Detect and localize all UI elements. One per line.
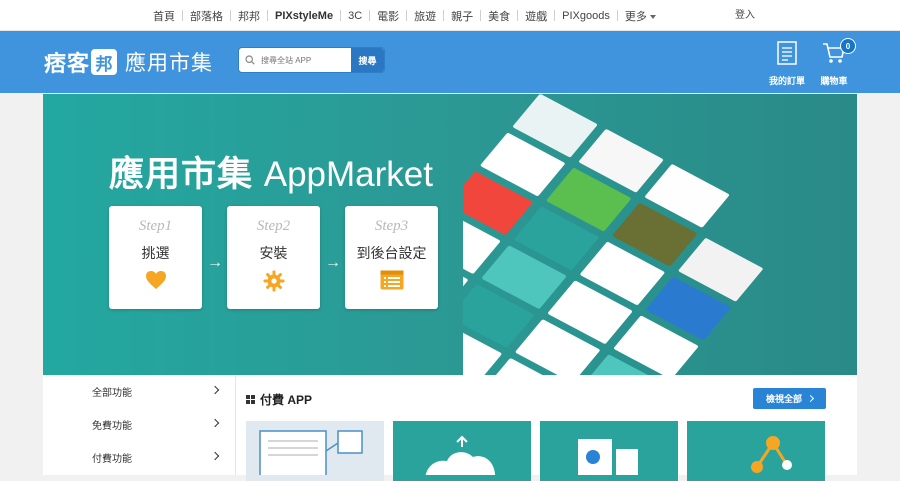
search-button[interactable]: 搜尋 <box>351 48 384 72</box>
nav-item[interactable]: 遊戲 <box>518 8 554 24</box>
nav-item[interactable]: 3C <box>341 10 369 22</box>
cart-label: 購物車 <box>820 76 848 86</box>
nav-item-label: PIXstyleMe <box>275 9 334 22</box>
logo-subtitle: 應用市集 <box>125 52 214 75</box>
chevron-right-icon <box>210 418 220 428</box>
banner-title-en: AppMarket <box>263 155 433 194</box>
cloud-upload-icon <box>425 435 496 481</box>
nav-item[interactable]: PIXstyleMe <box>268 10 340 22</box>
nav-item-label: 3C <box>348 9 363 22</box>
nav-item-label: 更多 <box>624 10 647 23</box>
app-card-2[interactable] <box>393 421 531 481</box>
step-number: Step3 <box>374 218 409 234</box>
nav-item-label: 部落格 <box>190 10 223 23</box>
step-number: Step2 <box>256 218 291 234</box>
heart-icon <box>109 270 202 290</box>
nav-item-label: PIXgoods <box>562 9 610 22</box>
step-number: Step1 <box>138 218 173 234</box>
app-card-4[interactable] <box>687 421 825 481</box>
search-icon <box>239 48 261 72</box>
nav-item[interactable]: PIXgoods <box>555 10 617 22</box>
nav-item[interactable]: 美食 <box>481 8 517 24</box>
step-text: 安裝 <box>259 245 288 261</box>
search-input[interactable] <box>261 48 351 72</box>
sidebar-item[interactable]: 付費功能 <box>43 441 235 474</box>
app-card-1[interactable] <box>246 421 384 481</box>
logo-badge: 邦 <box>91 49 118 75</box>
logo-text: 痞客 <box>44 51 91 76</box>
step-card-1: Step1 挑選 <box>109 206 202 309</box>
sidebar-item[interactable]: 全部功能 <box>43 375 235 408</box>
category-sidebar: 全部功能免費功能付費功能 <box>43 375 236 475</box>
nav-item[interactable]: 電影 <box>370 8 406 24</box>
cart-count-badge: 0 <box>840 38 856 54</box>
nav-item-label: 旅遊 <box>414 10 437 23</box>
chevron-right-icon <box>806 394 815 403</box>
cart-button[interactable]: 0 購物車 <box>809 38 859 87</box>
step-card-3: Step3 到後台設定 <box>345 206 438 309</box>
nav-item[interactable]: 邦邦 <box>231 8 267 24</box>
nav-item-label: 親子 <box>451 10 474 23</box>
view-all-button[interactable]: 檢視全部 <box>753 388 826 409</box>
chevron-right-icon <box>210 385 220 395</box>
login-link[interactable]: 登入 <box>735 0 755 31</box>
top-nav-items: 首頁 部落格 邦邦 PIXstyleMe 3C 電影 旅遊 親子 美食 遊戲 PIXgoods 更多 <box>146 0 663 31</box>
network-icon <box>751 436 792 473</box>
nav-item-label: 遊戲 <box>525 10 548 23</box>
search-box: 搜尋 <box>238 47 385 73</box>
gear-icon <box>227 270 320 292</box>
step-text: 到後台設定 <box>356 245 427 261</box>
app-tiles-illustration <box>463 94 763 375</box>
report-icon <box>578 439 638 479</box>
banner-title-zh: 應用市集 <box>109 155 254 194</box>
step-card-2: Step2 安裝 <box>227 206 320 309</box>
nav-item[interactable]: 旅遊 <box>407 8 443 24</box>
tile-grid <box>463 94 763 375</box>
banner-title: 應用市集 AppMarket <box>109 146 433 197</box>
grid-icon <box>246 395 255 404</box>
sidebar-item[interactable]: 免費功能 <box>43 408 235 441</box>
sidebar-item-label: 付費功能 <box>92 454 132 465</box>
step-arrow: → <box>325 254 341 271</box>
caret-down-icon <box>649 14 656 19</box>
app-card-3[interactable] <box>540 421 678 481</box>
hero-banner[interactable]: 應用市集 AppMarket Step1 挑選 → Step2 安裝 → Ste… <box>43 94 857 375</box>
chevron-right-icon <box>210 451 220 461</box>
nav-item-label: 首頁 <box>153 10 175 23</box>
section-title-text: 付費 APP <box>260 393 313 407</box>
nav-item[interactable]: 首頁 <box>146 8 182 24</box>
nav-item[interactable]: 部落格 <box>183 8 230 24</box>
sidebar-item-label: 全部功能 <box>92 388 132 399</box>
nav-item-label: 邦邦 <box>238 10 260 23</box>
sidebar-item-label: 免費功能 <box>92 421 132 432</box>
nav-item-label: 電影 <box>377 10 400 23</box>
step-text: 挑選 <box>141 245 170 261</box>
main-content: 付費 APP 檢視全部 <box>236 375 857 481</box>
orders-label: 我的訂單 <box>768 76 805 86</box>
list-icon <box>345 270 438 290</box>
nav-item[interactable]: 更多 <box>618 8 663 24</box>
nav-item[interactable]: 親子 <box>444 8 480 24</box>
view-all-label: 檢視全部 <box>765 394 802 404</box>
logo[interactable]: 痞客 邦 應用市集 <box>44 46 213 78</box>
nav-item-label: 美食 <box>488 10 511 23</box>
top-navigation: 首頁 部落格 邦邦 PIXstyleMe 3C 電影 旅遊 親子 美食 遊戲 PIXgoods 更多 … <box>0 0 900 31</box>
section-title: 付費 APP <box>246 391 312 408</box>
document-icon <box>259 430 363 481</box>
orders-icon <box>775 40 799 71</box>
step-arrow: → <box>207 254 223 271</box>
my-orders-button[interactable]: 我的訂單 <box>762 40 812 87</box>
